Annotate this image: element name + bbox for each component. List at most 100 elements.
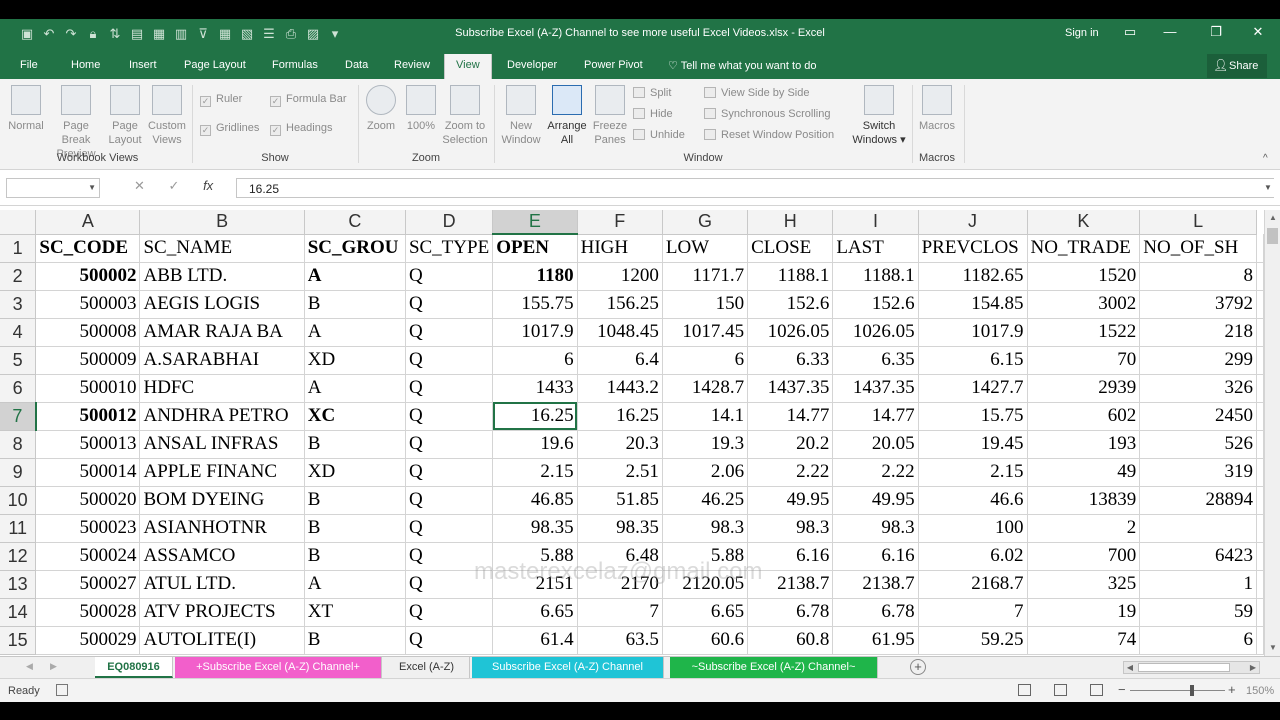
cell[interactable]: HIGH bbox=[577, 234, 663, 263]
cell[interactable] bbox=[1256, 234, 1264, 263]
tab-insert[interactable]: Insert bbox=[129, 59, 157, 71]
cell[interactable]: 49 bbox=[1027, 458, 1141, 487]
cell[interactable]: Q bbox=[405, 262, 494, 291]
cell[interactable]: 6 bbox=[492, 346, 578, 375]
cell[interactable]: 156.25 bbox=[577, 290, 663, 319]
cell[interactable]: 6.78 bbox=[832, 598, 919, 627]
cell[interactable]: ABB LTD. bbox=[139, 262, 305, 291]
cell[interactable]: ANDHRA PETRO bbox=[139, 402, 305, 431]
page-break-preview-button[interactable]: Page Break Preview bbox=[48, 85, 104, 161]
cell[interactable]: Q bbox=[405, 402, 494, 431]
cell[interactable]: AEGIS LOGIS bbox=[139, 290, 305, 319]
tab-file[interactable]: File bbox=[20, 59, 38, 71]
page-layout-status-icon[interactable] bbox=[1054, 684, 1067, 696]
cell[interactable]: 46.85 bbox=[492, 486, 578, 515]
column-header[interactable]: C bbox=[304, 210, 406, 235]
cell[interactable]: 154.85 bbox=[918, 290, 1028, 319]
cell[interactable]: 2.22 bbox=[832, 458, 919, 487]
custom-views-button[interactable]: Custom Views bbox=[146, 85, 188, 147]
cell[interactable]: 500028 bbox=[35, 598, 141, 627]
cell[interactable]: 6.16 bbox=[832, 542, 919, 571]
scroll-right-icon[interactable]: ▶ bbox=[1247, 662, 1259, 673]
cell[interactable]: Q bbox=[405, 570, 494, 599]
cell[interactable]: Q bbox=[405, 458, 494, 487]
headings-checkbox[interactable]: ✓ Headings bbox=[270, 122, 332, 136]
cell[interactable] bbox=[1256, 346, 1264, 375]
cell[interactable] bbox=[1256, 318, 1264, 347]
cell[interactable] bbox=[1256, 458, 1264, 487]
column-header[interactable]: G bbox=[662, 210, 749, 235]
row-header[interactable]: 11 bbox=[0, 514, 37, 543]
row-header[interactable]: 12 bbox=[0, 542, 37, 571]
tab-developer[interactable]: Developer bbox=[507, 59, 557, 71]
cell[interactable]: 7 bbox=[577, 598, 663, 627]
cell[interactable]: 6.33 bbox=[747, 346, 834, 375]
cell[interactable]: XT bbox=[304, 598, 406, 627]
tab-home[interactable]: Home bbox=[71, 59, 100, 71]
page-break-status-icon[interactable] bbox=[1090, 684, 1103, 696]
cell[interactable]: NO_OF_SH bbox=[1139, 234, 1257, 263]
cell[interactable]: 60.6 bbox=[662, 626, 749, 655]
cell[interactable]: 63.5 bbox=[577, 626, 663, 655]
gridlines-checkbox[interactable]: ✓ Gridlines bbox=[200, 122, 259, 136]
column-header[interactable]: K bbox=[1027, 210, 1141, 235]
horizontal-scroll-thumb[interactable] bbox=[1138, 663, 1230, 672]
zoom-to-selection-button[interactable]: Zoom to Selection bbox=[440, 85, 490, 147]
cell[interactable]: A bbox=[304, 570, 406, 599]
cell[interactable]: 1443.2 bbox=[577, 374, 663, 403]
cell[interactable]: ATV PROJECTS bbox=[139, 598, 305, 627]
cell[interactable]: 70 bbox=[1027, 346, 1141, 375]
cell[interactable]: 526 bbox=[1139, 430, 1257, 459]
insert-function-icon[interactable]: fx bbox=[203, 178, 213, 193]
expand-formula-bar-icon[interactable]: ▼ bbox=[1264, 183, 1272, 192]
cell[interactable]: 13839 bbox=[1027, 486, 1141, 515]
cell[interactable]: 19 bbox=[1027, 598, 1141, 627]
cell[interactable]: 1048.45 bbox=[577, 318, 663, 347]
cell[interactable]: A.SARABHAI bbox=[139, 346, 305, 375]
ribbon-display-options-icon[interactable]: ▭ bbox=[1120, 24, 1140, 40]
cell[interactable]: B bbox=[304, 486, 406, 515]
cell[interactable]: 6.48 bbox=[577, 542, 663, 571]
row-header[interactable]: 5 bbox=[0, 346, 37, 375]
cell[interactable]: 59 bbox=[1139, 598, 1257, 627]
cell[interactable]: 218 bbox=[1139, 318, 1257, 347]
share-button[interactable]: 👤︎ Share bbox=[1207, 54, 1267, 78]
collapse-ribbon-icon[interactable]: ^ bbox=[1263, 153, 1268, 164]
cell[interactable]: 28894 bbox=[1139, 486, 1257, 515]
reset-window-position-button[interactable]: Reset Window Position bbox=[704, 129, 834, 141]
column-header[interactable]: F bbox=[577, 210, 663, 235]
cell[interactable] bbox=[1256, 430, 1264, 459]
hide-button[interactable]: Hide bbox=[633, 108, 673, 120]
cell[interactable]: 2.22 bbox=[747, 458, 834, 487]
cell[interactable]: 1522 bbox=[1027, 318, 1141, 347]
cell[interactable]: A bbox=[304, 374, 406, 403]
cell[interactable]: XC bbox=[304, 402, 406, 431]
cell[interactable]: 6.78 bbox=[747, 598, 834, 627]
cell[interactable]: 14.77 bbox=[747, 402, 834, 431]
cell[interactable]: 150 bbox=[662, 290, 749, 319]
prev-sheet-icon[interactable]: ◀ bbox=[26, 661, 33, 672]
cell[interactable] bbox=[1256, 542, 1264, 571]
tell-me-box[interactable]: ♡ Tell me what you want to do bbox=[668, 59, 816, 72]
cell[interactable]: HDFC bbox=[139, 374, 305, 403]
cell[interactable]: 2 bbox=[1027, 514, 1141, 543]
ruler-checkbox[interactable]: ✓ Ruler bbox=[200, 93, 242, 107]
cell[interactable]: XD bbox=[304, 458, 406, 487]
cell[interactable]: 1180 bbox=[492, 262, 578, 291]
tab-formulas[interactable]: Formulas bbox=[272, 59, 318, 71]
freeze-panes-button[interactable]: Freeze Panes bbox=[590, 85, 630, 147]
cell[interactable]: 2.15 bbox=[492, 458, 578, 487]
cell[interactable]: A bbox=[304, 318, 406, 347]
cell[interactable]: B bbox=[304, 626, 406, 655]
row-header[interactable]: 10 bbox=[0, 486, 37, 515]
arrange-all-button[interactable]: Arrange All bbox=[544, 85, 590, 147]
switch-windows-button[interactable]: Switch Windows ▾ bbox=[850, 85, 908, 147]
cell[interactable]: 325 bbox=[1027, 570, 1141, 599]
cell[interactable]: 500023 bbox=[35, 514, 141, 543]
cell[interactable]: 100 bbox=[918, 514, 1028, 543]
cell[interactable] bbox=[1256, 486, 1264, 515]
new-window-button[interactable]: New Window bbox=[500, 85, 542, 147]
cell[interactable]: 1437.35 bbox=[747, 374, 834, 403]
formula-bar-checkbox[interactable]: ✓ Formula Bar bbox=[270, 93, 347, 107]
cell[interactable]: ANSAL INFRAS bbox=[139, 430, 305, 459]
